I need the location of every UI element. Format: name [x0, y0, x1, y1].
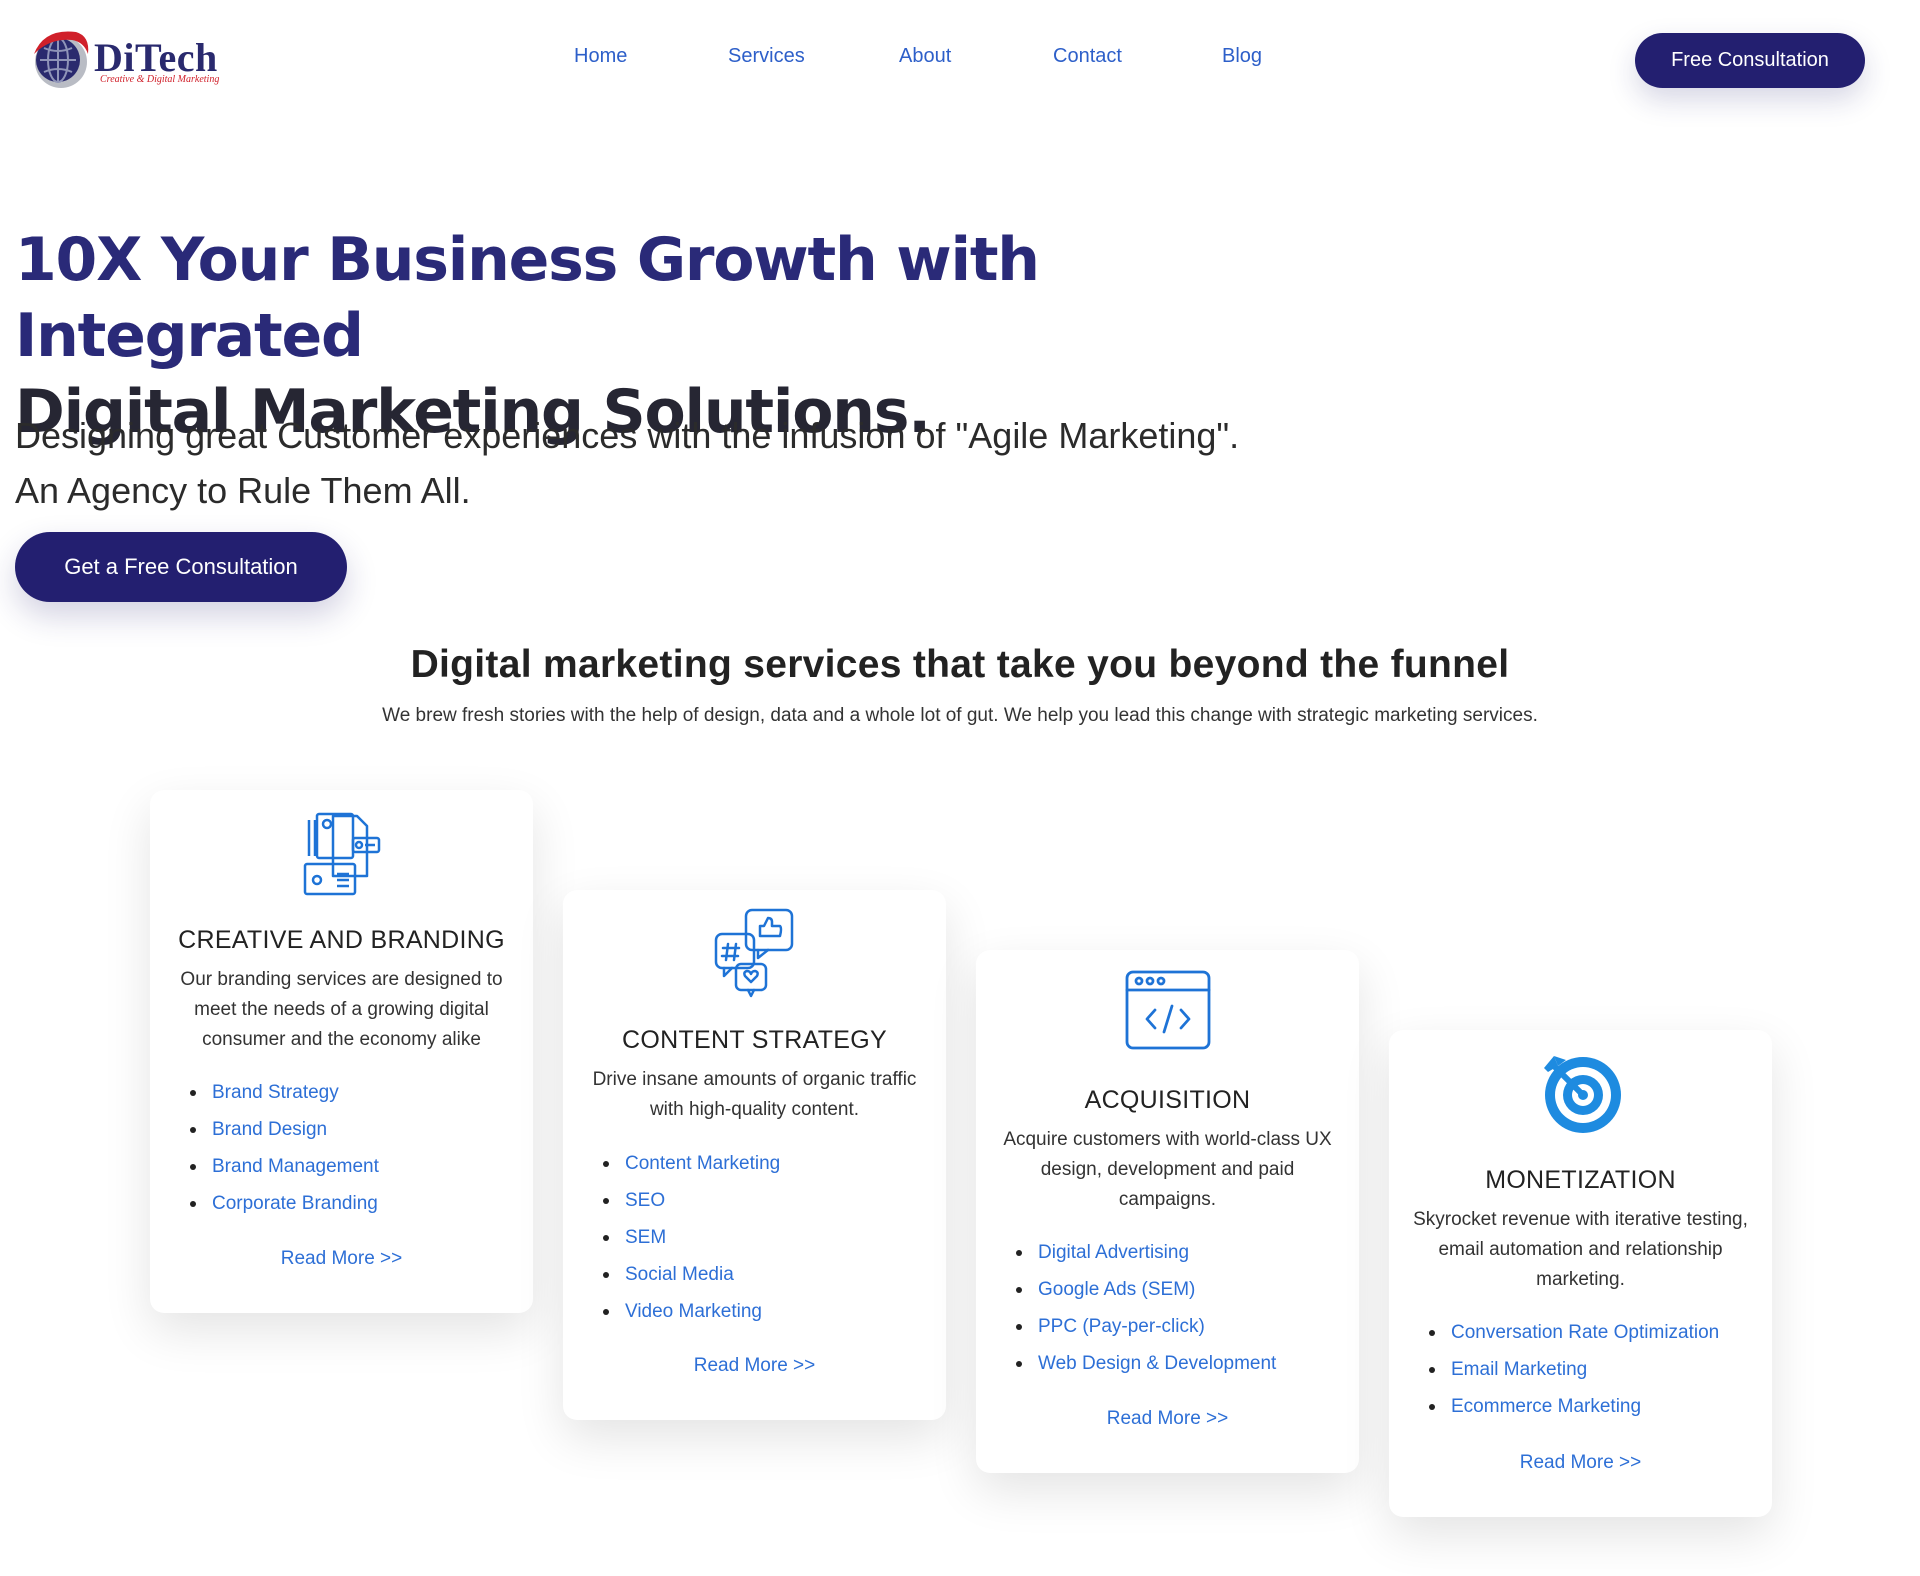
site-header: DiTech Creative & Digital Marketing Home…	[0, 0, 1920, 120]
service-link[interactable]: Corporate Branding	[190, 1185, 379, 1222]
main-nav: Home Services About Contact Blog	[0, 45, 1920, 75]
service-link[interactable]: Email Marketing	[1429, 1351, 1719, 1388]
card-service-list: Digital Advertising Google Ads (SEM) PPC…	[1016, 1234, 1276, 1382]
social-chat-icon	[714, 908, 793, 998]
nav-about[interactable]: About	[899, 45, 951, 68]
services-subtitle: We brew fresh stories with the help of d…	[382, 705, 1538, 726]
service-link[interactable]: Google Ads (SEM)	[1016, 1271, 1276, 1308]
card-title: ACQUISITION	[1084, 1086, 1251, 1114]
service-link[interactable]: SEM	[603, 1219, 780, 1256]
service-link[interactable]: Brand Design	[190, 1111, 379, 1148]
nav-services[interactable]: Services	[728, 45, 805, 68]
read-more-link[interactable]: Read More >>	[1389, 1452, 1772, 1474]
card-title: CONTENT STRATEGY	[621, 1026, 887, 1054]
card-description: Drive insane amounts of organic traffic …	[592, 1069, 917, 1120]
nav-home[interactable]: Home	[574, 45, 627, 68]
card-description: Skyrocket revenue with iterative testing…	[1413, 1209, 1748, 1290]
service-link[interactable]: Brand Strategy	[190, 1074, 379, 1111]
card-service-list: Brand Strategy Brand Design Brand Manage…	[190, 1074, 379, 1222]
service-link[interactable]: Conversation Rate Optimization	[1429, 1314, 1719, 1351]
card-description: Our branding services are designed to me…	[180, 969, 503, 1050]
read-more-link[interactable]: Read More >>	[976, 1408, 1359, 1430]
target-icon	[1543, 1056, 1621, 1133]
free-consultation-button[interactable]: Free Consultation	[1635, 33, 1865, 88]
hero-subtitle-line1: Designing great Customer experiences wit…	[15, 415, 1240, 456]
branding-documents-icon	[303, 812, 380, 896]
service-link[interactable]: Video Marketing	[603, 1293, 780, 1330]
services-title: Digital marketing services that take you…	[410, 643, 1510, 686]
card-service-list: Conversation Rate Optimization Email Mar…	[1429, 1314, 1719, 1425]
hero-subtitle: Designing great Customer experiences wit…	[15, 408, 1315, 518]
nav-contact[interactable]: Contact	[1053, 45, 1122, 68]
service-link[interactable]: Ecommerce Marketing	[1429, 1388, 1719, 1425]
service-card-acquisition: ACQUISITION Acquire customers with world…	[976, 950, 1359, 1473]
read-more-link[interactable]: Read More >>	[563, 1355, 946, 1377]
card-title: CREATIVE AND BRANDING	[178, 926, 505, 954]
service-link[interactable]: Digital Advertising	[1016, 1234, 1276, 1271]
service-link[interactable]: Web Design & Development	[1016, 1345, 1276, 1382]
code-window-icon	[1125, 970, 1210, 1050]
nav-blog[interactable]: Blog	[1222, 45, 1262, 68]
service-link[interactable]: PPC (Pay-per-click)	[1016, 1308, 1276, 1345]
service-link[interactable]: Content Marketing	[603, 1145, 780, 1182]
get-free-consultation-button[interactable]: Get a Free Consultation	[15, 532, 347, 602]
service-link[interactable]: Social Media	[603, 1256, 780, 1293]
hero-subtitle-line2: An Agency to Rule Them All.	[15, 470, 471, 511]
hero-title-line1: 10X Your Business Growth with Integrated	[15, 225, 1040, 371]
service-link[interactable]: SEO	[603, 1182, 780, 1219]
service-link[interactable]: Brand Management	[190, 1148, 379, 1185]
service-card-monetization: MONETIZATION Skyrocket revenue with iter…	[1389, 1030, 1772, 1517]
service-card-creative-branding: CREATIVE AND BRANDING Our branding servi…	[150, 790, 533, 1313]
read-more-link[interactable]: Read More >>	[150, 1248, 533, 1270]
card-service-list: Content Marketing SEO SEM Social Media V…	[603, 1145, 780, 1330]
card-title: MONETIZATION	[1485, 1166, 1676, 1194]
brand-tagline: Creative & Digital Marketing	[100, 74, 220, 85]
card-description: Acquire customers with world-class UX de…	[1003, 1129, 1332, 1210]
service-card-content-strategy: CONTENT STRATEGY Drive insane amounts of…	[563, 890, 946, 1420]
